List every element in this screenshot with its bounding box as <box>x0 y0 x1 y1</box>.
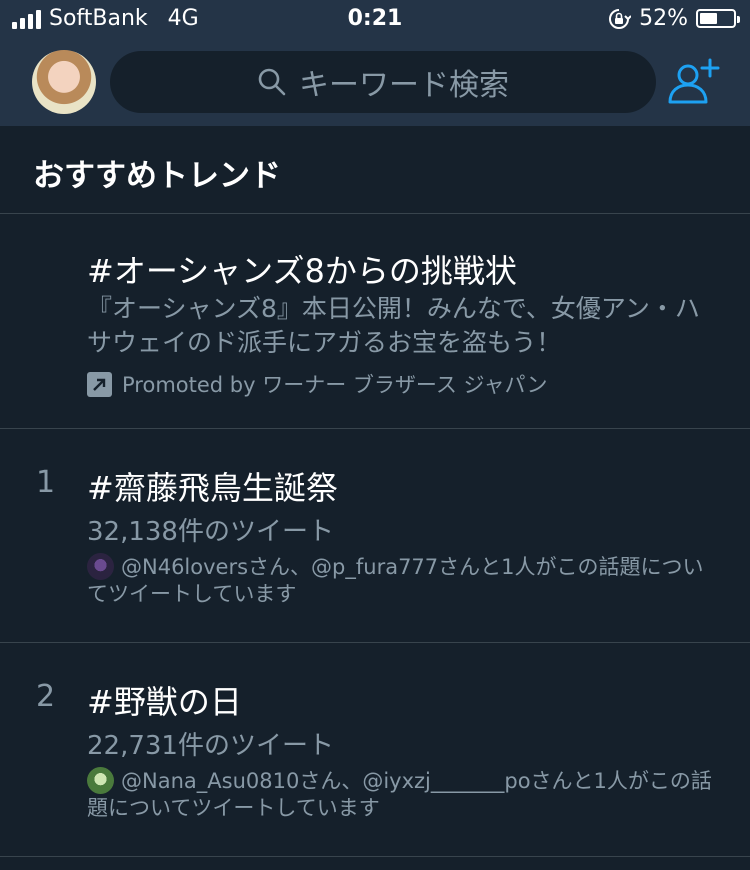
section-title: おすすめトレンド <box>33 158 281 194</box>
trend-rank: 1 <box>36 465 56 500</box>
trend-context: @N46loversさん、@p_fura777さんと1人がこの話題についてツイー… <box>87 553 717 608</box>
context-avatar <box>87 767 114 794</box>
battery-level <box>700 13 717 24</box>
add-user-icon[interactable] <box>666 56 722 112</box>
trend-context: @Nana_Asu0810さん、@iyxzj_______poさんと1人がこの話… <box>87 767 717 822</box>
section-header: おすすめトレンド <box>0 126 750 214</box>
trend-item[interactable]: 2 #野獣の日 22,731件のツイート @Nana_Asu0810さん、@iy… <box>0 643 750 857</box>
trend-item[interactable]: 1 #齋藤飛鳥生誕祭 32,138件のツイート @N46loversさん、@p_… <box>0 429 750 643</box>
app-screen: SoftBank 4G 0:21 52% キーワード検索 おすすめトレンド #オ… <box>0 0 750 870</box>
trend-title: #野獣の日 <box>87 683 242 721</box>
context-text: @N46loversさん、@p_fura777さんと1人がこの話題についてツイー… <box>87 555 704 606</box>
orientation-lock-icon <box>609 8 632 29</box>
battery-icon <box>696 9 740 28</box>
context-avatar <box>87 553 114 580</box>
context-text: @Nana_Asu0810さん、@iyxzj_______poさんと1人がこの話… <box>87 769 712 820</box>
trend-description: 『オーシャンズ8』本日公開！みんなで、女優アン・ハサウェイのド派手にアガるお宝を… <box>87 294 700 357</box>
promoted-arrow-icon <box>87 371 112 397</box>
status-right: 52% <box>607 6 740 31</box>
trend-title: #齋藤飛鳥生誕祭 <box>87 469 338 507</box>
search-icon <box>258 68 286 96</box>
status-bar: SoftBank 4G 0:21 52% <box>0 0 750 40</box>
battery-percent: 52% <box>639 6 688 31</box>
promoted-text: Promoted by ワーナー ブラザース ジャパン <box>122 373 548 397</box>
tweet-count: 22,731件のツイート <box>87 731 334 761</box>
promoted-trend[interactable]: #オーシャンズ8からの挑戦状 『オーシャンズ8』本日公開！みんなで、女優アン・ハ… <box>0 214 750 429</box>
trend-rank: 2 <box>36 679 56 714</box>
search-bar[interactable]: キーワード検索 <box>110 51 656 113</box>
tweet-count: 32,138件のツイート <box>87 517 334 547</box>
trend-title: #オーシャンズ8からの挑戦状 <box>87 252 517 290</box>
top-nav: キーワード検索 <box>0 40 750 126</box>
profile-avatar[interactable] <box>32 50 96 114</box>
promoted-label: Promoted by ワーナー ブラザース ジャパン <box>87 369 548 399</box>
search-placeholder: キーワード検索 <box>299 68 509 103</box>
